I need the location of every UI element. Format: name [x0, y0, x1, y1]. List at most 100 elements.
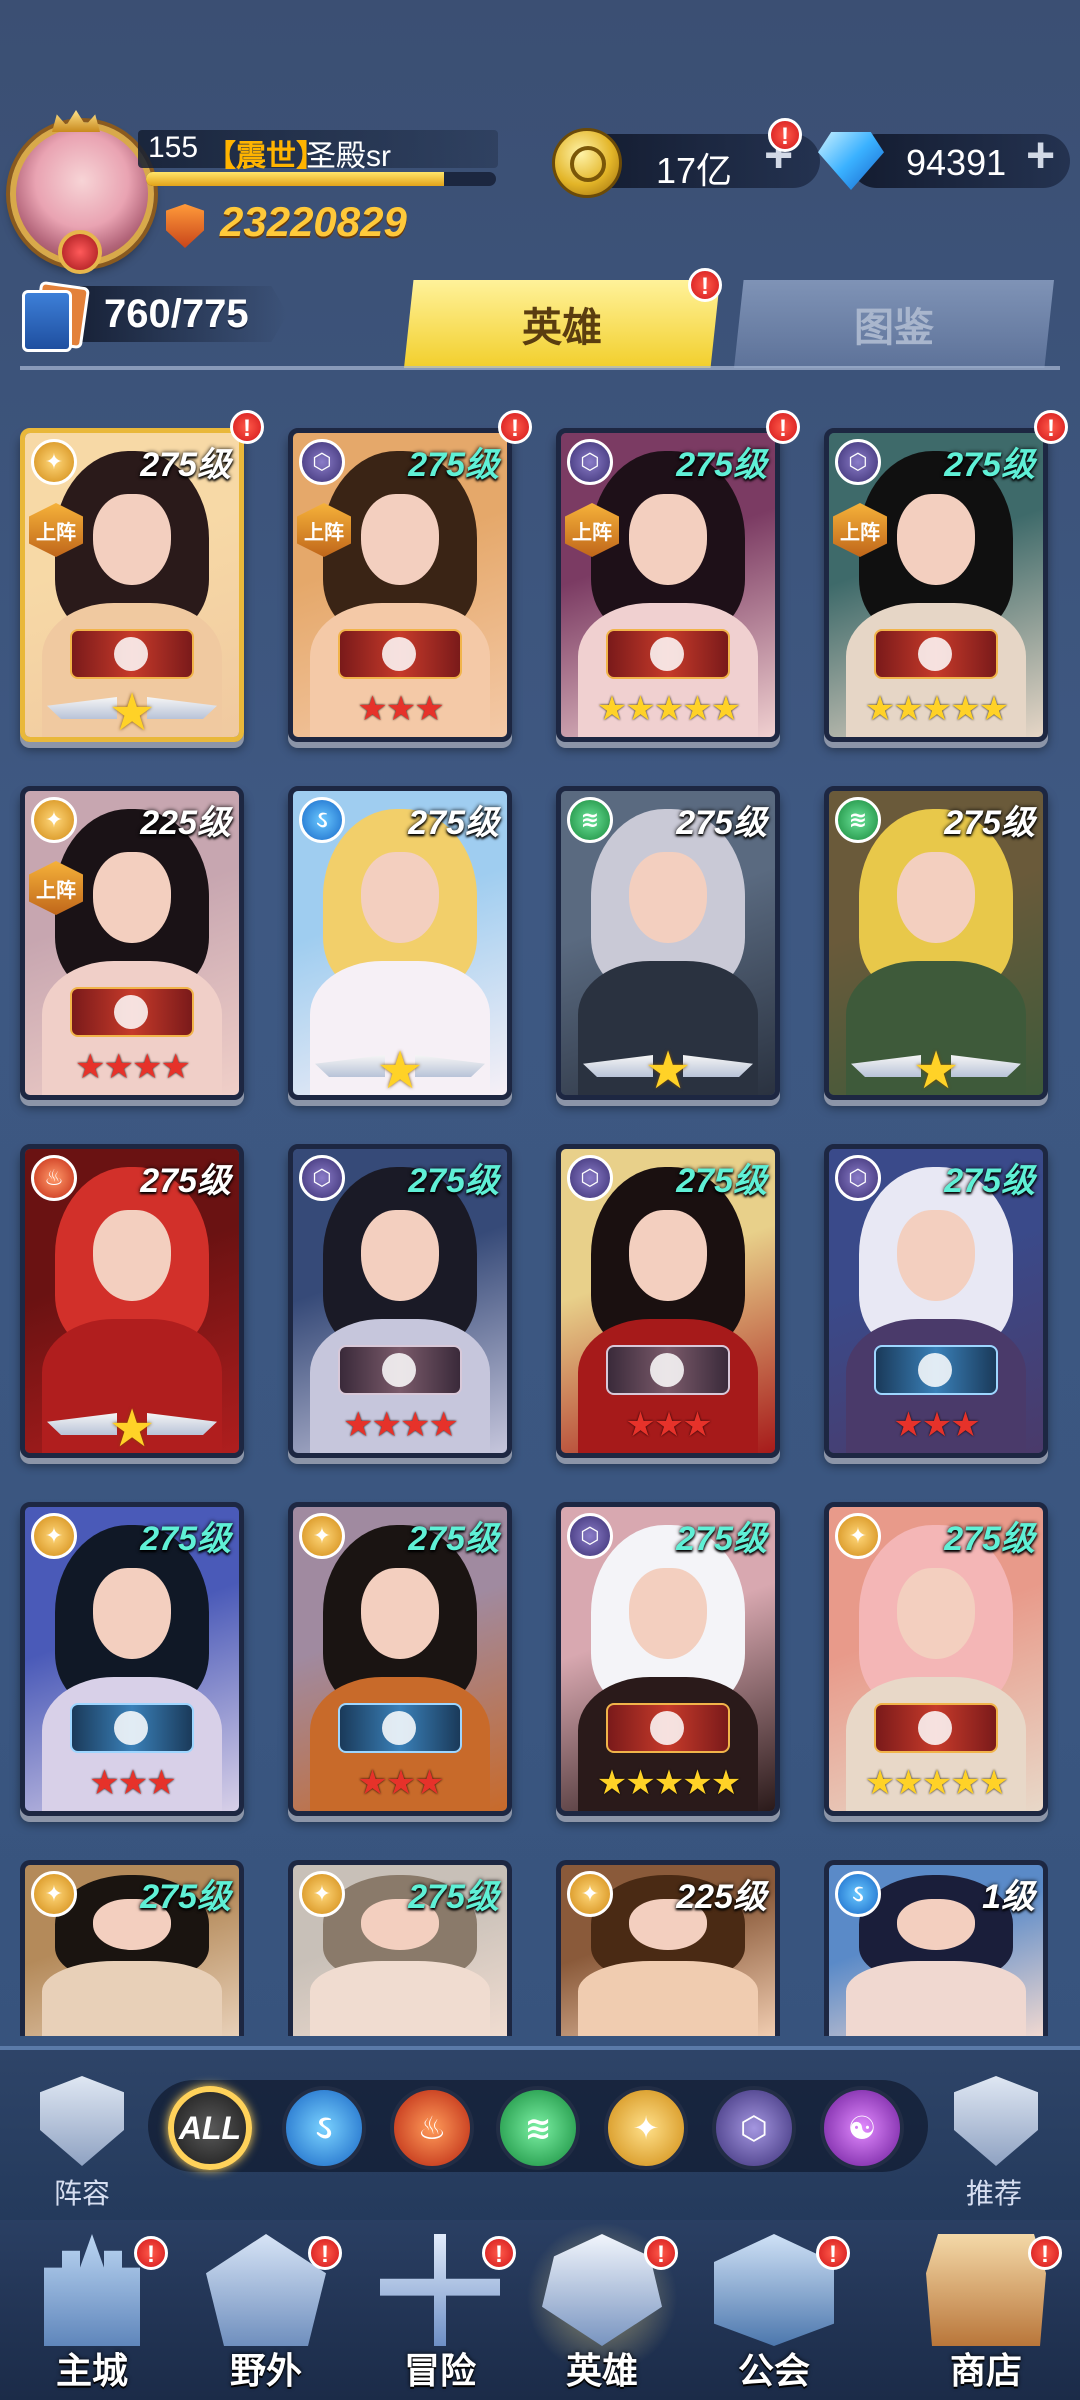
light-faction-icon: ✦ [31, 797, 77, 843]
filter-water-button[interactable]: ઽ [282, 2086, 366, 2170]
fire-faction-icon: ♨ [31, 1155, 77, 1201]
hero-face [93, 851, 171, 943]
tab-divider [20, 366, 1060, 370]
hero-face [93, 1209, 171, 1301]
add-diamond-button[interactable]: + [1026, 126, 1055, 184]
hero-card[interactable]: ✦ 275级 上阵 ★ [20, 428, 244, 742]
hero-alert-badge: ! [1034, 410, 1068, 444]
filter-dark-button[interactable]: ⬡ [712, 2086, 796, 2170]
formation-label: 阵容 [53, 2178, 110, 2209]
hero-level: 275级 [408, 804, 499, 842]
hero-level: 275级 [140, 1878, 231, 1916]
hero-card[interactable]: ✦ 225级 上阵 ★★★★ [20, 786, 244, 1100]
hero-star-rating: ★★★ [625, 1406, 712, 1444]
hero-alert-badge: ! [498, 410, 532, 444]
dark-faction-icon: ⬡ [299, 1155, 345, 1201]
nav-alert-badge: ! [644, 2236, 678, 2270]
hero-class-emblem [338, 1345, 462, 1395]
nav-hero[interactable]: 英雄! [522, 2222, 682, 2400]
hero-face [361, 1209, 439, 1301]
tab-heroes[interactable]: 英雄 [404, 280, 720, 368]
winged-star-rank: ★ [47, 1400, 217, 1453]
filter-light-button[interactable]: ✦ [604, 2086, 688, 2170]
hero-card[interactable]: ✦ 275级 ★★★★★ [824, 1502, 1048, 1816]
hero-class-emblem [606, 629, 730, 679]
filter-wind-button[interactable]: ≋ [496, 2086, 580, 2170]
nav-adventure[interactable]: 冒险! [360, 2226, 520, 2400]
hero-card[interactable]: ✦ 225级 [556, 1860, 780, 2036]
star-icon: ★ [644, 1042, 692, 1100]
filter-chaos-button[interactable]: ☯ [820, 2086, 904, 2170]
light-icon: ✦ [632, 2110, 660, 2146]
formation-button[interactable] [34, 2076, 130, 2172]
hero-class-emblem [874, 629, 998, 679]
filter-fire-button[interactable]: ♨ [390, 2086, 474, 2170]
tab-heroes-label: 英雄 [522, 306, 602, 350]
hero-card[interactable]: ≋ 275级 ★ [824, 786, 1048, 1100]
light-faction-icon: ✦ [31, 439, 77, 485]
hero-class-emblem [874, 1345, 998, 1395]
hero-card[interactable]: ≋ 275级 ★ [556, 786, 780, 1100]
filter-all-button[interactable]: ALL [168, 2086, 252, 2170]
hero-star-rating: ★★★★★ [596, 690, 741, 728]
hero-level: 275级 [408, 1162, 499, 1200]
hero-card[interactable]: ⬡ 275级 ★★★ [556, 1144, 780, 1458]
hero-card[interactable]: ⬡ 275级 上阵 ★★★ [288, 428, 512, 742]
hero-star-rating: ★★★ [89, 1764, 176, 1802]
formation-shield-icon [40, 2076, 124, 2166]
hero-face [361, 1567, 439, 1659]
player-name: 圣殿sr [306, 140, 391, 173]
recommend-button[interactable] [948, 2076, 1044, 2172]
hero-card[interactable]: ઽ 1级 [824, 1860, 1048, 2036]
light-faction-icon: ✦ [31, 1871, 77, 1917]
winged-star-rank: ★ [315, 1042, 485, 1095]
tab-codex[interactable]: 图鉴 [734, 280, 1054, 368]
hero-star-rating: ★★★★★ [864, 690, 1009, 728]
hero-level: 275级 [944, 1520, 1035, 1558]
hero-cards-icon [22, 280, 91, 352]
nav-shop[interactable]: 商店! [906, 2226, 1066, 2400]
hero-star-rating: ★★★★★ [596, 1764, 741, 1802]
hero-body [846, 1960, 1026, 2036]
player-level: 155 [148, 131, 199, 164]
hero-body [310, 1960, 490, 2036]
hero-card[interactable]: ⬡ 275级 上阵 ★★★★★ [824, 428, 1048, 742]
hero-face [361, 851, 439, 943]
nav-field[interactable]: 野外! [186, 2226, 346, 2400]
hero-star-rating: ★★★ [357, 690, 444, 728]
star-icon: ★ [912, 1042, 960, 1100]
nav-castle[interactable]: 主城! [12, 2226, 172, 2400]
light-faction-icon: ✦ [299, 1871, 345, 1917]
nav-label: 商店 [949, 2350, 1022, 2391]
water-faction-icon: ઽ [835, 1871, 881, 1917]
hero-level: 275级 [676, 446, 767, 484]
nav-label: 主城 [55, 2350, 128, 2391]
nav-guild[interactable]: 公会! [694, 2226, 854, 2400]
hero-card[interactable]: ઽ 275级 ★ [288, 786, 512, 1100]
nav-alert-badge: ! [482, 2236, 516, 2270]
hero-card[interactable]: ⬡ 275级 ★★★★★ [556, 1502, 780, 1816]
hero-level: 275级 [408, 1878, 499, 1916]
dark-faction-icon: ⬡ [299, 439, 345, 485]
hero-alert-badge: ! [766, 410, 800, 444]
nav-alert-badge: ! [1028, 2236, 1062, 2270]
hero-card[interactable]: ✦ 275级 [20, 1860, 244, 2036]
xp-fill [146, 172, 444, 186]
hero-class-emblem [606, 1703, 730, 1753]
hero-face [629, 1209, 707, 1301]
hero-card[interactable]: ✦ 275级 ★★★ [20, 1502, 244, 1816]
heroes-tab-badge: ! [688, 268, 722, 302]
hero-card[interactable]: ⬡ 275级 ★★★★ [288, 1144, 512, 1458]
nav-alert-badge: ! [134, 2236, 168, 2270]
hero-body [42, 1960, 222, 2036]
hero-class-emblem [70, 1703, 194, 1753]
hero-face [93, 493, 171, 585]
hero-card[interactable]: ⬡ 275级 ★★★ [824, 1144, 1048, 1458]
hero-card[interactable]: ✦ 275级 ★★★ [288, 1502, 512, 1816]
hero-card[interactable]: ♨ 275级 ★ [20, 1144, 244, 1458]
hero-level: 275级 [944, 804, 1035, 842]
hero-card[interactable]: ✦ 275级 [288, 1860, 512, 2036]
combat-power-icon [166, 204, 204, 248]
avatar-emblem-icon [58, 230, 102, 274]
hero-card[interactable]: ⬡ 275级 上阵 ★★★★★ [556, 428, 780, 742]
